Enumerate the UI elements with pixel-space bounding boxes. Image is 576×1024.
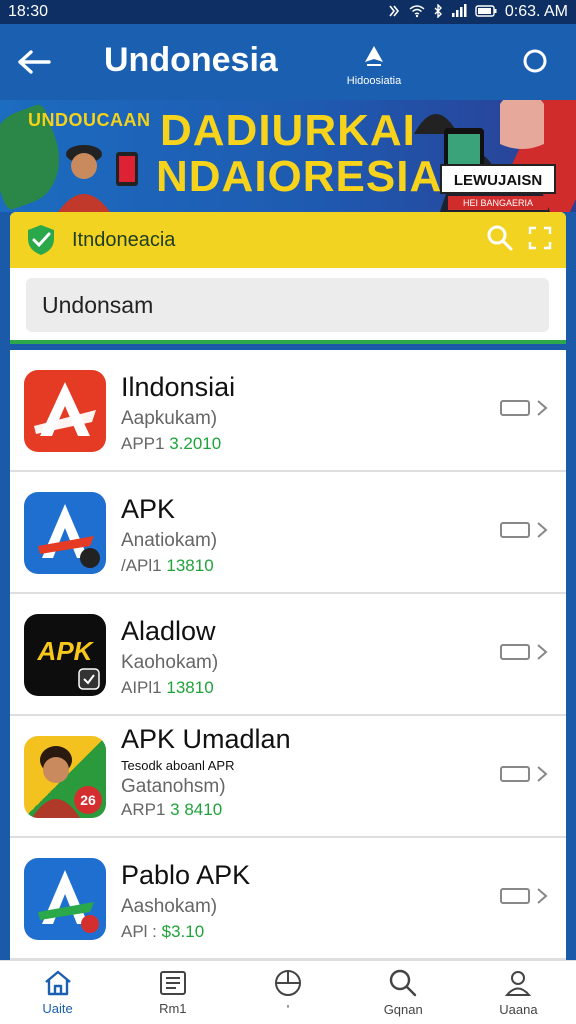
status-bar: 18:30 0:63. AM xyxy=(0,0,576,24)
status-time: 18:30 xyxy=(8,3,49,20)
wifi-icon xyxy=(409,4,425,21)
profile-icon xyxy=(505,971,532,996)
app-title: APK xyxy=(121,494,176,524)
nfc-icon xyxy=(387,4,401,21)
a-logo-icon xyxy=(38,504,100,568)
app-icon xyxy=(24,492,106,574)
search-button[interactable] xyxy=(520,46,552,78)
download-box-icon xyxy=(500,522,530,538)
app-subtitle: Aashokam) xyxy=(121,896,218,917)
download-box-icon xyxy=(500,766,530,782)
promo-banner[interactable]: UNDOUCAAN DADIURKAI NDAIORESIA LEWUJAISN… xyxy=(0,100,576,212)
nav-label: Rm1 xyxy=(159,1001,187,1016)
download-box-icon xyxy=(500,644,530,660)
app-subtitle: Gatanohsm) xyxy=(121,776,226,797)
nav-label: Gqnan xyxy=(383,1002,423,1017)
download-button[interactable] xyxy=(500,396,552,420)
bottom-nav: Uaite Rm1 ' Gqnan Uaana xyxy=(0,960,576,1024)
chevron-right-icon xyxy=(537,522,548,538)
list-item[interactable]: 26 APK Umadlan Tesodk aboanl APR Gatanoh… xyxy=(10,716,566,838)
compass-icon xyxy=(275,970,301,996)
officer-illustration xyxy=(58,145,138,212)
sail-icon xyxy=(336,44,412,73)
nav-list[interactable]: Rm1 xyxy=(115,961,230,1024)
app-icon xyxy=(24,858,106,940)
status-icons: 0:63. AM xyxy=(387,2,568,21)
app-title: Aladlow xyxy=(121,616,216,646)
app-icon: APK xyxy=(24,614,106,696)
list-item[interactable]: APK Aladlow Kaohokam) AIPl1 13810 xyxy=(10,594,566,716)
app-bar: Undonesia Hidoosiatia xyxy=(0,24,576,100)
nav-search[interactable]: Gqnan xyxy=(346,961,461,1024)
panel-title: Itndoneacia xyxy=(72,228,176,251)
brand-logo: Hidoosiatia xyxy=(336,44,412,87)
app-title: Pablo APK xyxy=(121,860,251,890)
banner-tag-sub: HEI BANGAERIA xyxy=(448,196,548,210)
list-item[interactable]: Ilndonsiai Aapkukam) APP1 3.2010 xyxy=(10,350,566,472)
apk-badge-text: APK xyxy=(37,636,93,666)
a-logo-icon xyxy=(38,870,99,933)
shield-check-icon xyxy=(28,225,54,255)
nav-explore[interactable]: ' xyxy=(230,961,345,1024)
bluetooth-icon xyxy=(433,2,443,21)
panel-header: Itndoneacia xyxy=(10,212,566,268)
chevron-right-icon xyxy=(537,644,548,660)
nav-label: Uaite xyxy=(42,1001,73,1016)
banner-tag: LEWUJAISN xyxy=(440,164,556,194)
battery-icon xyxy=(475,4,497,20)
badge-number: 26 xyxy=(80,792,96,808)
chevron-right-icon xyxy=(537,766,548,782)
app-title: Ilndonsiai xyxy=(121,372,236,402)
scan-button[interactable] xyxy=(528,226,552,255)
download-box-icon xyxy=(500,888,530,904)
panel-search-button[interactable] xyxy=(486,224,514,257)
download-box-icon xyxy=(500,400,530,416)
app-title: APK Umadlan xyxy=(121,724,291,754)
app-size: /APl1 13810 xyxy=(121,556,214,575)
search-icon xyxy=(487,225,513,251)
signal-icon xyxy=(451,3,467,21)
panel-actions xyxy=(486,224,552,257)
nav-label: Uaana xyxy=(499,1002,538,1017)
nav-profile[interactable]: Uaana xyxy=(461,961,576,1024)
list-item[interactable]: APK Anatiokam) /APl1 13810 xyxy=(10,472,566,594)
download-button[interactable] xyxy=(500,640,552,664)
chevron-right-icon xyxy=(537,400,548,416)
back-button[interactable] xyxy=(14,42,54,82)
brand-text: Hidoosiatia xyxy=(346,75,402,87)
shield-badge-icon xyxy=(78,668,100,690)
list-item[interactable]: Pablo APK Aashokam) APl : $3.10 xyxy=(10,838,566,960)
nav-label: ' xyxy=(286,1002,290,1017)
app-subtitle: Anatiokam) xyxy=(121,530,218,551)
download-button[interactable] xyxy=(500,884,552,908)
scan-icon xyxy=(528,226,552,250)
app-subtitle: Aapkukam) xyxy=(121,408,218,429)
app-tagline: Tesodk aboanl APR xyxy=(121,758,235,773)
app-icon: 26 xyxy=(24,736,106,818)
page-title: Undonesia xyxy=(104,41,278,79)
a-logo-icon xyxy=(34,382,96,436)
app-subtitle: Kaohokam) xyxy=(121,652,219,673)
chevron-right-icon xyxy=(537,888,548,904)
banner-headline-line1: DADIURKAI xyxy=(160,106,416,155)
search-input[interactable]: Undonsam xyxy=(26,278,549,332)
status-clock: 0:63. AM xyxy=(504,3,568,20)
search-icon xyxy=(523,49,547,73)
arrow-left-icon xyxy=(18,50,51,74)
banner-kicker: UNDOUCAAN xyxy=(28,110,151,130)
search-panel: Itndoneacia Undonsam xyxy=(10,212,566,344)
home-icon xyxy=(44,970,71,996)
download-button[interactable] xyxy=(500,518,552,542)
list-icon xyxy=(159,971,186,995)
app-size: APl : $3.10 xyxy=(121,922,205,941)
download-button[interactable] xyxy=(500,762,552,786)
app-size: APP1 3.2010 xyxy=(121,434,222,453)
app-size: AIPl1 13810 xyxy=(121,678,214,697)
app-icon xyxy=(24,370,106,452)
search-icon xyxy=(390,969,417,997)
app-size: ARP1 3 8410 xyxy=(121,800,223,819)
nav-home[interactable]: Uaite xyxy=(0,961,115,1024)
app-list: Ilndonsiai Aapkukam) APP1 3.2010 APK Ana… xyxy=(10,350,566,960)
